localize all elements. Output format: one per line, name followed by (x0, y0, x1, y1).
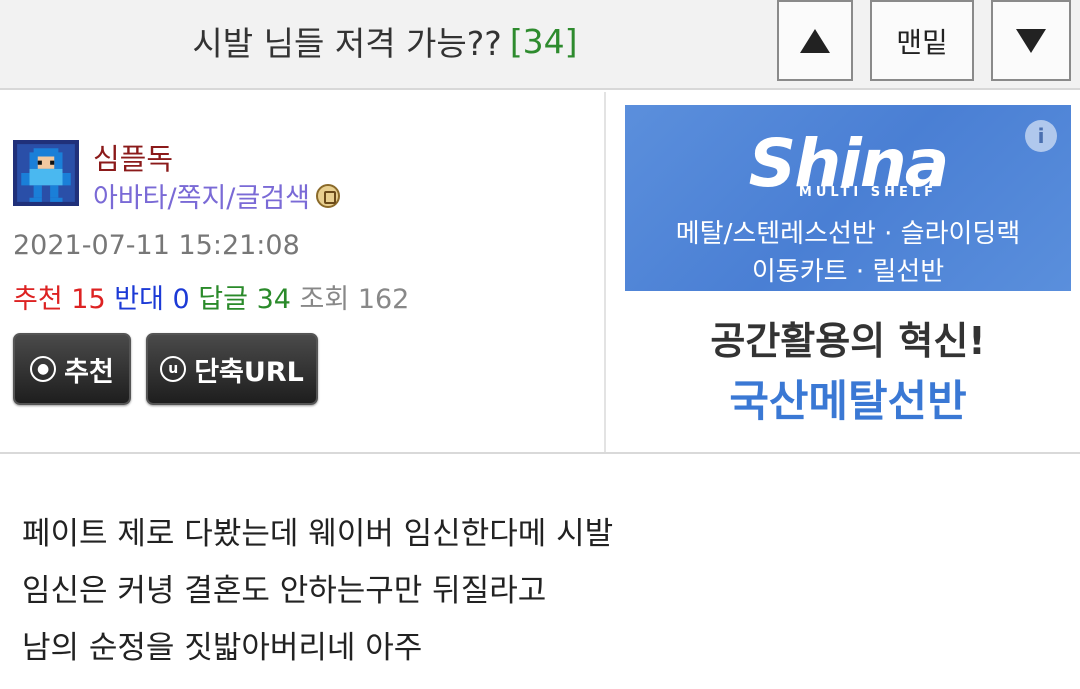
scroll-bottom-button[interactable]: 맨밑 (870, 0, 974, 81)
post-body-line: 남의 순정을 짓밟아버리네 아주 (22, 630, 423, 666)
author-links: 아바타/쪽지/글검색 (93, 176, 340, 215)
post-header: 시발 님들 저격 가능?? [34] 맨밑 (0, 0, 1080, 90)
view-label: 조회 (299, 284, 350, 315)
view-count: 162 (357, 284, 410, 315)
post-info: 심플독 아바타/쪽지/글검색 2021-07-11 15:21:08 추천 15… (0, 92, 1080, 454)
megaman-avatar-icon (13, 140, 79, 206)
post-body-line: 페이트 제로 다봤는데 웨이버 임신한다메 시발 (22, 516, 614, 552)
circle-u-icon: u (160, 356, 187, 382)
advertisement-banner[interactable]: Shina MULTI SHELF 메탈/스텐레스선반 · 슬라이딩랙 이동카트… (625, 105, 1071, 439)
reply-count[interactable]: [34] (510, 22, 578, 61)
short-url-button[interactable]: u 단축URL (146, 333, 318, 405)
ad-products-line2: 이동카트 · 릴선반 (751, 257, 945, 287)
ad-top-panel: Shina MULTI SHELF 메탈/스텐레스선반 · 슬라이딩랙 이동카트… (625, 105, 1071, 291)
reply-label: 답글 (198, 284, 248, 315)
recommend-button-label: 추천 (64, 356, 114, 388)
post-body: 페이트 제로 다봤는데 웨이버 임신한다메 시발 임신은 커녕 결혼도 안하는구… (22, 506, 613, 677)
post-body-line: 임신은 커녕 결혼도 안하는구만 뒤질라고 (22, 573, 547, 609)
circle-dot-icon: ● (30, 356, 57, 382)
post-title: 시발 님들 저격 가능?? [34] (0, 0, 770, 82)
ad-subtitle: MULTI SHELF (798, 185, 938, 200)
avatar[interactable] (13, 140, 79, 206)
recommend-label: 추천 (13, 284, 63, 315)
post-date: 2021-07-11 15:21:08 (13, 230, 300, 261)
post-title-text: 시발 님들 저격 가능?? (192, 24, 502, 63)
oppose-count: 0 (172, 284, 190, 315)
scroll-up-button[interactable] (777, 0, 853, 81)
triangle-up-icon (800, 28, 830, 53)
ad-info-icon[interactable]: i (1025, 120, 1057, 152)
short-url-button-label: 단축URL (194, 356, 304, 388)
recommend-button[interactable]: ● 추천 (13, 333, 131, 405)
ad-tagline: 국산메탈선반 (729, 377, 967, 427)
oppose-label: 반대 (114, 284, 164, 315)
recommend-count: 15 (71, 284, 106, 315)
scroll-down-button[interactable] (991, 0, 1071, 81)
post-stats: 추천 15 반대 0 답글 34 조회 162 (13, 277, 409, 316)
triangle-down-icon (1016, 28, 1046, 53)
author-links-text[interactable]: 아바타/쪽지/글검색 (93, 176, 310, 215)
level-badge-icon (315, 183, 340, 208)
info-divider (604, 92, 606, 452)
reply-count-stat: 34 (256, 284, 291, 315)
author-nickname[interactable]: 심플독 (93, 136, 173, 178)
ad-products-line1: 메탈/스텐레스선반 · 슬라이딩랙 (675, 219, 1021, 249)
ad-headline: 공간활용의 혁신! (710, 319, 986, 363)
